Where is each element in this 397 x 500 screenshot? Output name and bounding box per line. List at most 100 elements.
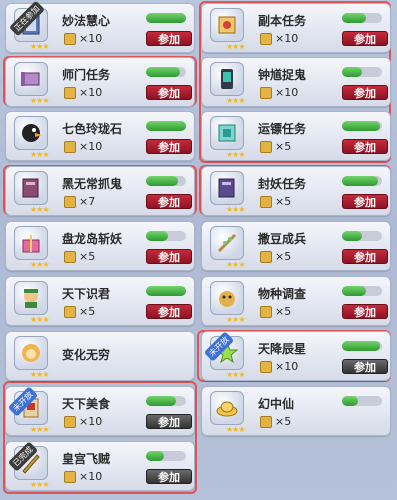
stars-icon: ★★★ xyxy=(226,315,245,324)
progress-bar xyxy=(342,121,382,131)
activity-card[interactable]: 已完成 ★★★ 皇宫飞贼 ×10 参加 xyxy=(5,441,195,491)
reward-count: ×10 xyxy=(275,360,299,373)
reward-count: ×10 xyxy=(79,470,103,483)
activity-card[interactable]: ★★★ 变化无穷 xyxy=(5,331,195,381)
stars-icon: ★★★ xyxy=(226,42,245,51)
join-button[interactable]: 参加 xyxy=(342,139,388,154)
join-button[interactable]: 参加 xyxy=(146,469,192,484)
reward-count: ×5 xyxy=(275,140,292,153)
activity-card[interactable]: ★★★ 副本任务 ×10 参加 xyxy=(201,3,391,53)
reward-count: ×10 xyxy=(275,86,299,99)
join-button[interactable]: 参加 xyxy=(342,194,388,209)
reward-count: ×10 xyxy=(275,32,299,45)
join-button[interactable]: 参加 xyxy=(342,359,388,374)
reward-token-icon xyxy=(260,140,272,153)
join-button[interactable]: 参加 xyxy=(146,414,192,429)
reward-count: ×5 xyxy=(275,415,292,428)
dragon-scroll-icon xyxy=(210,8,244,42)
reward-count: ×10 xyxy=(79,32,103,45)
activity-title: 师门任务 xyxy=(62,68,111,82)
activity-card[interactable]: 未开放 ★★★ 天降辰星 ×10 参加 xyxy=(201,331,391,381)
progress-bar xyxy=(342,176,382,186)
reward-count: ×10 xyxy=(79,140,103,153)
activity-title: 盘龙岛斩妖 xyxy=(62,232,123,246)
activity-title: 运镖任务 xyxy=(258,122,307,136)
progress-bar xyxy=(342,396,382,406)
reward-count: ×5 xyxy=(275,250,292,263)
reward-count: ×7 xyxy=(79,195,96,208)
join-button[interactable]: 参加 xyxy=(146,304,192,319)
activity-card[interactable]: 未开放 ★★★ 天下美食 ×10 参加 xyxy=(5,386,195,436)
reward-token-icon xyxy=(64,250,76,263)
scroll-icon xyxy=(14,62,48,96)
activity-card[interactable]: ★★★ 钟馗捉鬼 ×10 参加 xyxy=(201,57,391,107)
stars-icon: ★★★ xyxy=(226,370,245,379)
progress-bar xyxy=(146,13,186,23)
activity-card[interactable]: ★★★ 师门任务 ×10 参加 xyxy=(5,57,195,107)
join-button[interactable]: 参加 xyxy=(342,31,388,46)
stars-icon: ★★★ xyxy=(30,205,49,214)
activity-card[interactable]: ★★★ 撒豆成兵 ×5 参加 xyxy=(201,221,391,271)
reward-token-icon xyxy=(260,86,272,99)
activity-title: 七色玲珑石 xyxy=(62,122,123,136)
reward-token-icon xyxy=(64,140,76,153)
join-button[interactable]: 参加 xyxy=(146,31,192,46)
activity-title: 天降辰星 xyxy=(258,342,307,356)
stars-icon: ★★★ xyxy=(30,370,49,379)
join-button[interactable]: 参加 xyxy=(342,249,388,264)
stars-icon: ★★★ xyxy=(226,260,245,269)
activity-card[interactable]: ★★★ 物种调查 ×5 参加 xyxy=(201,276,391,326)
progress-bar xyxy=(146,396,186,406)
creature-icon xyxy=(210,281,244,315)
reward-token-icon xyxy=(260,415,272,428)
stars-icon: ★★★ xyxy=(226,150,245,159)
scroll-icon xyxy=(210,116,244,150)
reward-token-icon xyxy=(64,86,76,99)
progress-bar xyxy=(146,67,186,77)
book-icon xyxy=(210,171,244,205)
activity-title: 封妖任务 xyxy=(258,177,307,191)
gift-icon xyxy=(14,226,48,260)
reward-token-icon xyxy=(64,195,76,208)
activity-card[interactable]: ★★★ 天下识君 ×5 参加 xyxy=(5,276,195,326)
stars-icon: ★★★ xyxy=(226,96,245,105)
branch-icon xyxy=(210,226,244,260)
activity-title: 物种调查 xyxy=(258,287,307,301)
stars-icon: ★★★ xyxy=(30,42,49,51)
phone-icon xyxy=(210,62,244,96)
ghost-book-icon xyxy=(14,171,48,205)
join-button[interactable]: 参加 xyxy=(146,139,192,154)
reward-token-icon xyxy=(64,415,76,428)
join-button[interactable]: 参加 xyxy=(342,304,388,319)
join-button[interactable]: 参加 xyxy=(146,194,192,209)
activity-title: 黑无常抓鬼 xyxy=(62,177,123,191)
activity-title: 撒豆成兵 xyxy=(258,232,307,246)
monkey-icon xyxy=(14,336,48,370)
activity-card[interactable]: ★★★ 盘龙岛斩妖 ×5 参加 xyxy=(5,221,195,271)
join-button[interactable]: 参加 xyxy=(146,85,192,100)
progress-bar xyxy=(146,121,186,131)
activity-card[interactable]: ★★★ 封妖任务 ×5 参加 xyxy=(201,166,391,216)
join-button[interactable]: 参加 xyxy=(146,249,192,264)
reward-token-icon xyxy=(64,32,76,45)
activity-card[interactable]: ★★★ 黑无常抓鬼 ×7 参加 xyxy=(5,166,195,216)
activity-title: 天下识君 xyxy=(62,287,111,301)
activity-card[interactable]: ★★★ 七色玲珑石 ×10 参加 xyxy=(5,111,195,161)
progress-bar xyxy=(146,286,186,296)
reward-token-icon xyxy=(64,305,76,318)
reward-count: ×10 xyxy=(79,86,103,99)
progress-bar xyxy=(342,286,382,296)
join-button[interactable]: 参加 xyxy=(342,85,388,100)
progress-bar xyxy=(342,341,382,351)
activity-title: 天下美食 xyxy=(62,397,111,411)
activity-card[interactable]: ★★★ 幻中仙 ×5 xyxy=(201,386,391,436)
reward-count: ×5 xyxy=(79,305,96,318)
activity-title: 变化无穷 xyxy=(62,348,111,362)
progress-bar xyxy=(342,67,382,77)
progress-bar xyxy=(342,13,382,23)
stars-icon: ★★★ xyxy=(30,260,49,269)
activity-card[interactable]: 正在参加 ★★★ 妙法慧心 ×10 参加 xyxy=(5,0,195,53)
stars-icon: ★★★ xyxy=(30,150,49,159)
activity-card[interactable]: ★★★ 运镖任务 ×5 参加 xyxy=(201,111,391,161)
stars-icon: ★★★ xyxy=(30,315,49,324)
